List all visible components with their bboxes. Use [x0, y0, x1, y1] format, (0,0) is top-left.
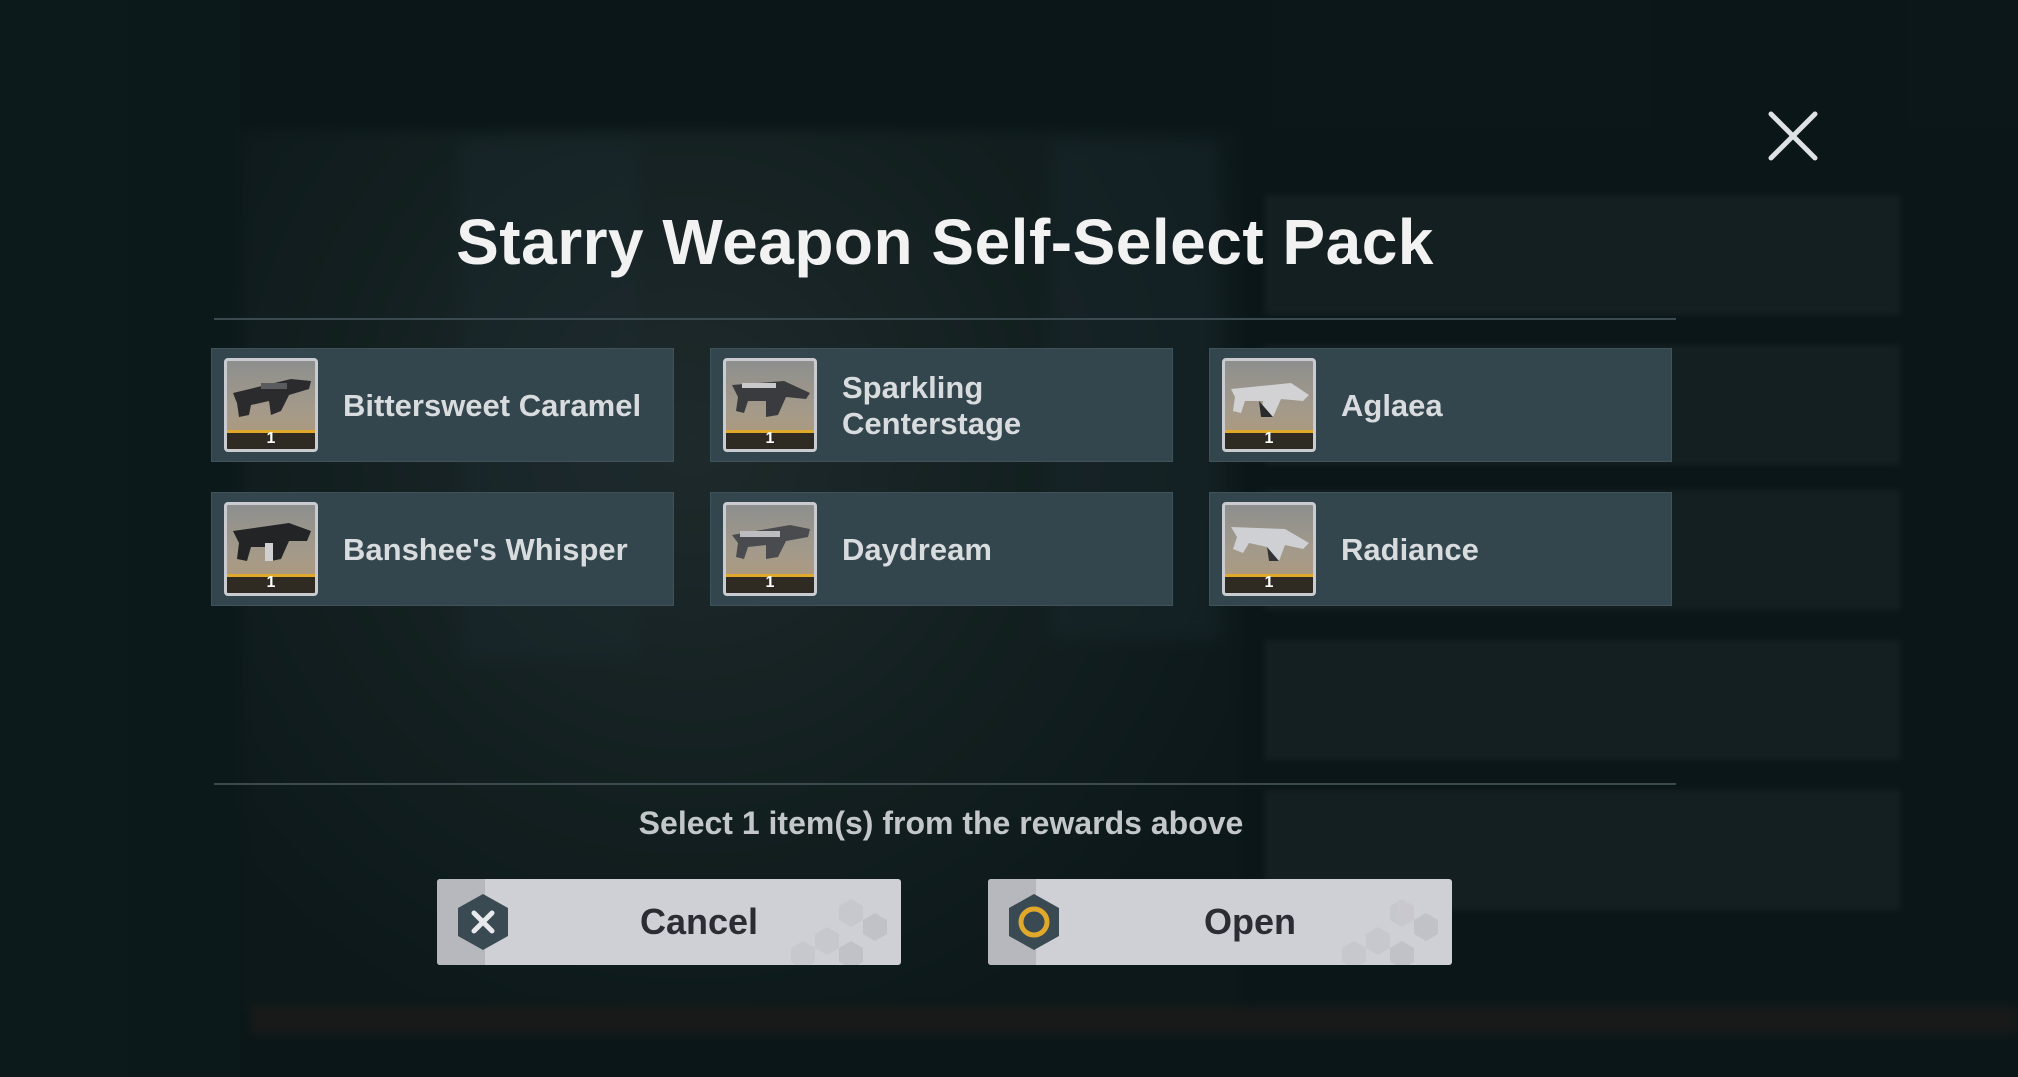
- reward-name: Aglaea: [1341, 388, 1443, 423]
- reward-name: Sparkling Centerstage: [842, 370, 1022, 441]
- divider: [214, 783, 1676, 785]
- rifle-icon: [233, 523, 311, 561]
- weapon-thumbnail: 1: [723, 358, 817, 452]
- item-quantity: 1: [1264, 574, 1274, 591]
- divider: [214, 318, 1676, 320]
- weapon-thumbnail: 1: [723, 502, 817, 596]
- item-quantity: 1: [266, 574, 276, 591]
- selection-hint: Select 1 item(s) from the rewards above: [638, 805, 1244, 841]
- close-icon: [1768, 111, 1818, 161]
- item-quantity: 1: [765, 574, 775, 591]
- item-quantity: 1: [765, 430, 775, 447]
- item-quantity: 1: [266, 430, 276, 447]
- weapon-thumbnail: 1: [224, 358, 318, 452]
- reward-name: Bittersweet Caramel: [343, 388, 642, 423]
- rifle-icon: [1231, 383, 1309, 417]
- reward-card[interactable]: 1 Sparkling Centerstage: [710, 348, 1173, 462]
- reward-card[interactable]: 1 Bittersweet Caramel: [211, 348, 674, 462]
- reward-name: Radiance: [1341, 532, 1479, 567]
- open-button-label: Open: [1203, 901, 1296, 942]
- reward-card[interactable]: 1 Radiance: [1209, 492, 1672, 606]
- close-button[interactable]: [1765, 108, 1821, 164]
- reward-card[interactable]: 1 Banshee's Whisper: [211, 492, 674, 606]
- reward-card[interactable]: 1 Aglaea: [1209, 348, 1672, 462]
- item-quantity: 1: [1264, 430, 1274, 447]
- weapon-thumbnail: 1: [1222, 502, 1316, 596]
- rifle-icon: [732, 381, 810, 417]
- reward-name: Daydream: [842, 532, 992, 567]
- weapon-thumbnail: 1: [224, 502, 318, 596]
- open-button[interactable]: Open: [988, 879, 1452, 965]
- rifle-icon: [732, 525, 810, 559]
- cancel-button-label: Cancel: [639, 901, 759, 942]
- reward-card[interactable]: 1 Daydream: [710, 492, 1173, 606]
- rifle-icon: [233, 379, 311, 417]
- dialog-title: Starry Weapon Self-Select Pack: [456, 206, 1434, 278]
- reward-name: Banshee's Whisper: [343, 532, 628, 567]
- weapon-thumbnail: 1: [1222, 358, 1316, 452]
- cancel-button[interactable]: Cancel: [437, 879, 901, 965]
- rifle-icon: [1231, 527, 1309, 561]
